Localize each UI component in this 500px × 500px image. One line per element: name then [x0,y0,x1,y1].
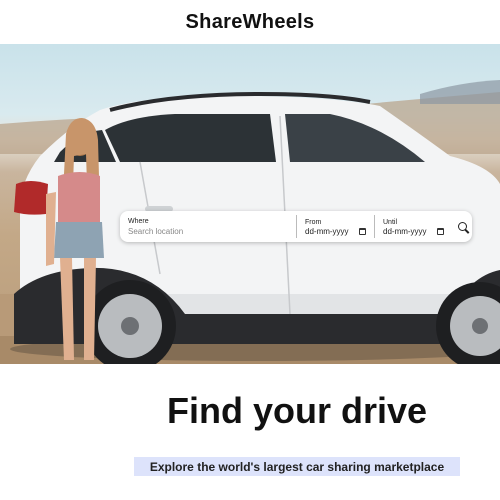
until-date-field[interactable]: Until dd-mm-yyyy [374,215,452,238]
search-button[interactable] [452,211,472,242]
where-label: Where [128,217,149,225]
search-bar: Where From dd-mm-yyyy Until dd-mm-yyyy [120,211,472,242]
hero-headline: Find your drive [166,390,428,431]
until-date-input[interactable]: dd-mm-yyyy [383,227,427,236]
location-search-input[interactable] [128,225,296,237]
until-label: Until [383,218,398,226]
hero-image: Where From dd-mm-yyyy Until dd-mm-yyyy [0,44,500,364]
search-icon[interactable] [457,222,467,231]
site-header: ShareWheels [0,0,500,44]
hero-car-photo [0,80,500,364]
calendar-icon[interactable] [437,227,444,235]
calendar-icon[interactable] [359,227,366,235]
from-date-field[interactable]: From dd-mm-yyyy [296,215,374,238]
brand-logo-text[interactable]: ShareWheels [186,11,315,34]
where-field[interactable]: Where [120,211,296,242]
from-label: From [305,218,322,226]
hero-tagline: Explore the world's largest car sharing … [134,457,460,476]
from-date-input[interactable]: dd-mm-yyyy [305,227,349,236]
